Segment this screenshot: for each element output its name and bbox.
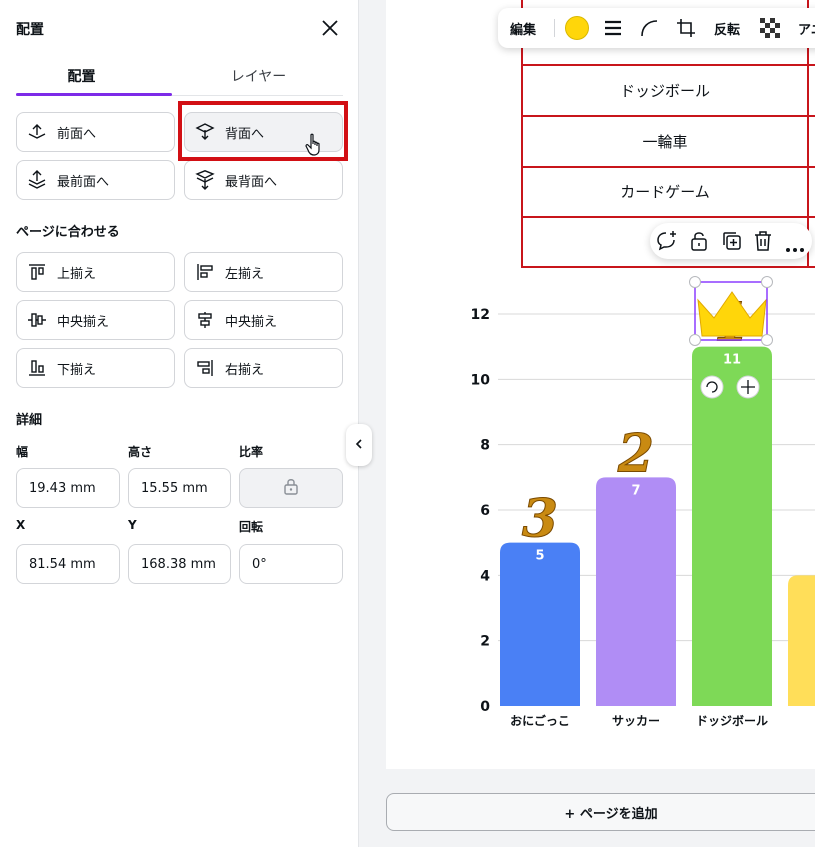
bar-chart[interactable]: 0246810125おにごっこ37サッカー211ドッジボール1一	[386, 0, 815, 769]
selection-handle	[689, 334, 701, 346]
position-panel: 配置 配置 レイヤー 前面へ 背面へ 最前面へ 最背面へ ページに合わせる 上揃…	[0, 0, 359, 847]
send-to-back-button[interactable]: 最背面へ	[184, 160, 343, 200]
align-right-label: 右揃え	[225, 362, 265, 378]
y-tick-label: 10	[471, 372, 491, 388]
selection-handle	[761, 334, 773, 346]
bar	[692, 346, 772, 706]
y-label: Y	[128, 518, 137, 532]
animate-button[interactable]: アニ	[798, 19, 815, 38]
align-bottom-button[interactable]: 下揃え	[16, 348, 175, 388]
color-swatch[interactable]	[565, 16, 589, 40]
align-top-button[interactable]: 上揃え	[16, 252, 175, 292]
align-left-button[interactable]: 左揃え	[184, 252, 343, 292]
details-section-title: 詳細	[16, 413, 43, 428]
bar-value-label: 11	[723, 353, 741, 368]
more-icon[interactable]	[785, 238, 805, 257]
rank-number-label: 2	[617, 423, 654, 484]
lock-icon[interactable]	[690, 230, 708, 256]
selection-handle	[689, 276, 701, 288]
align-left-icon	[185, 253, 225, 291]
element-toolbar: 編集 反転 アニ	[498, 8, 815, 48]
chevron-left-icon	[354, 438, 364, 453]
align-middle-button[interactable]: 中央揃え	[16, 300, 175, 340]
bring-forward-label: 前面へ	[57, 126, 97, 142]
bar-value-label: 5	[535, 549, 544, 564]
width-field[interactable]: 19.43 mm	[16, 468, 120, 508]
highlight-box	[178, 101, 348, 161]
panel-title: 配置	[16, 22, 44, 38]
ratio-lock-button[interactable]	[239, 468, 343, 508]
send-to-back-icon	[185, 161, 225, 199]
align-left-label: 左揃え	[225, 266, 265, 282]
transparency-icon[interactable]	[760, 18, 780, 42]
align-center-label: 中央揃え	[225, 314, 278, 330]
x-tick-label: おにごっこ	[510, 713, 570, 728]
align-top-icon	[17, 253, 57, 291]
bar	[500, 542, 580, 706]
bar	[596, 477, 676, 706]
lock-icon	[283, 477, 299, 499]
height-label: 高さ	[128, 445, 153, 459]
selection-handle	[761, 276, 773, 288]
y-tick-label: 6	[480, 503, 490, 519]
y-tick-label: 12	[471, 307, 490, 323]
active-tab-indicator	[16, 93, 172, 96]
crop-icon[interactable]	[676, 18, 696, 42]
x-tick-label: サッカー	[612, 714, 660, 728]
bar-value-label: 7	[631, 483, 640, 498]
rotate-handle	[700, 375, 724, 399]
rotate-label: 回転	[239, 520, 264, 534]
y-field[interactable]: 168.38 mm	[128, 544, 231, 584]
close-icon[interactable]	[320, 18, 340, 38]
x-label: X	[16, 518, 26, 532]
align-top-label: 上揃え	[57, 266, 97, 282]
align-bottom-label: 下揃え	[57, 362, 97, 378]
bring-forward-button[interactable]: 前面へ	[16, 112, 175, 152]
align-center-icon	[185, 301, 225, 339]
border-style-icon[interactable]	[604, 19, 622, 41]
design-canvas[interactable]: ドッジボール 一輪車 カードゲーム そ 0246810125おにごっこ37サッカ…	[386, 0, 815, 769]
edit-button[interactable]: 編集	[510, 19, 536, 38]
add-page-button[interactable]: + ページを追加	[386, 793, 815, 831]
rotate-field[interactable]: 0°	[239, 544, 343, 584]
y-tick-label: 4	[480, 568, 490, 584]
align-section-title: ページに合わせる	[16, 225, 120, 240]
bring-to-front-button[interactable]: 最前面へ	[16, 160, 175, 200]
y-tick-label: 2	[480, 634, 490, 650]
bring-to-front-icon	[17, 161, 57, 199]
y-tick-label: 8	[480, 438, 490, 454]
collapse-panel-button[interactable]	[346, 424, 372, 466]
crown-icon	[697, 291, 767, 337]
element-actions-bar	[650, 223, 812, 259]
toolbar-divider	[554, 19, 555, 37]
align-middle-label: 中央揃え	[57, 314, 110, 330]
align-middle-icon	[17, 301, 57, 339]
x-field[interactable]: 81.54 mm	[16, 544, 120, 584]
duplicate-icon[interactable]	[721, 230, 743, 256]
x-tick-label: ドッジボール	[696, 713, 768, 728]
align-bottom-icon	[17, 349, 57, 387]
height-field[interactable]: 15.55 mm	[128, 468, 231, 508]
align-right-icon	[185, 349, 225, 387]
send-to-back-label: 最背面へ	[225, 174, 278, 190]
y-tick-label: 0	[480, 699, 490, 715]
align-right-button[interactable]: 右揃え	[184, 348, 343, 388]
bring-forward-icon	[17, 113, 57, 151]
corner-rounding-icon[interactable]	[640, 19, 658, 41]
bring-to-front-label: 最前面へ	[57, 174, 110, 190]
tab-position[interactable]: 配置	[4, 66, 159, 86]
align-center-button[interactable]: 中央揃え	[184, 300, 343, 340]
rank-number-label: 3	[522, 489, 558, 550]
ratio-label: 比率	[239, 445, 264, 459]
width-label: 幅	[16, 445, 29, 459]
flip-button[interactable]: 反転	[714, 19, 740, 38]
trash-icon[interactable]	[753, 230, 773, 256]
bar	[788, 575, 815, 706]
tab-layers[interactable]: レイヤー	[181, 66, 336, 86]
comment-add-icon[interactable]	[656, 230, 678, 256]
